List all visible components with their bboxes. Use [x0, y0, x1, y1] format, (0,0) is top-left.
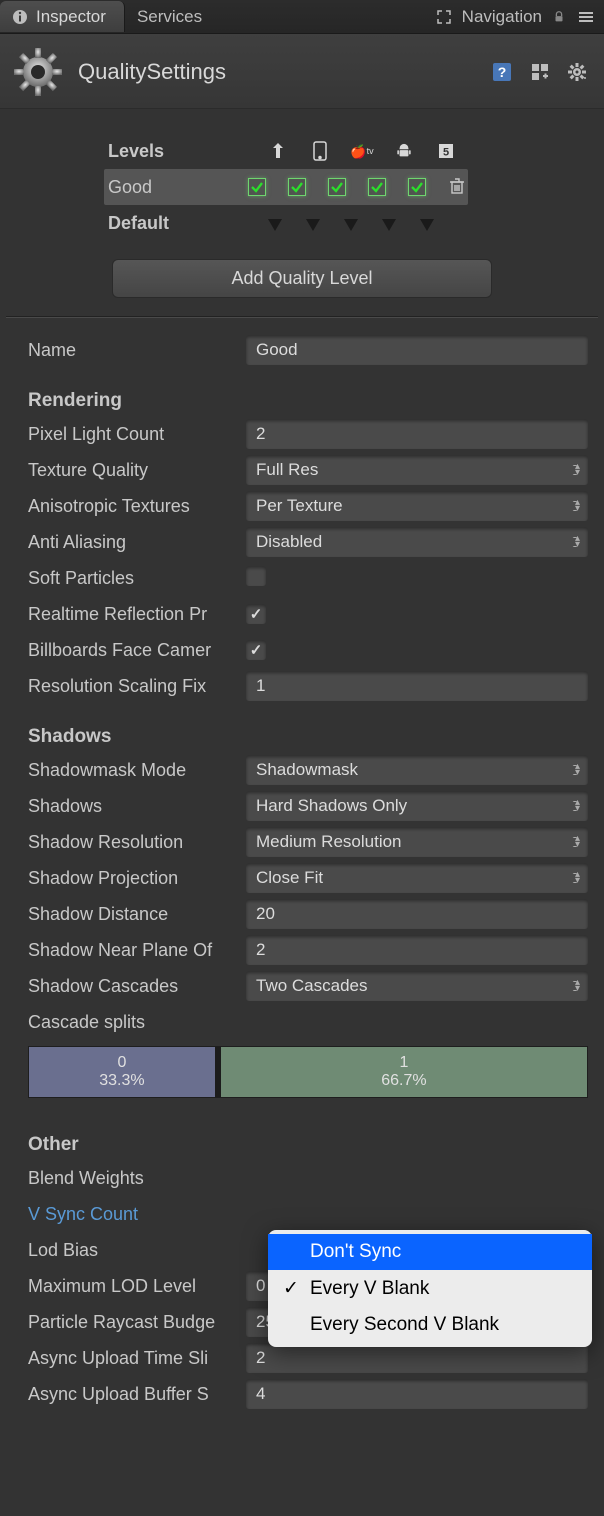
- anisotropic-label: Anisotropic Textures: [28, 496, 246, 517]
- shadow-cascades-dropdown[interactable]: Two Cascades▴▾: [246, 971, 588, 1001]
- cascade-segment-0: 0 33.3%: [29, 1047, 215, 1097]
- platform-toggle[interactable]: [408, 178, 426, 196]
- navigation-label[interactable]: Navigation: [462, 7, 542, 27]
- panel-menu-icon[interactable]: [578, 9, 594, 25]
- texture-quality-label: Texture Quality: [28, 460, 246, 481]
- shadow-distance-label: Shadow Distance: [28, 904, 246, 925]
- shadow-projection-label: Shadow Projection: [28, 868, 246, 889]
- max-lod-label: Maximum LOD Level: [28, 1276, 246, 1297]
- svg-text:5: 5: [443, 147, 449, 159]
- async-upload-buffer-label: Async Upload Buffer S: [28, 1384, 246, 1405]
- blend-weights-label: Blend Weights: [28, 1168, 246, 1189]
- particle-raycast-label: Particle Raycast Budge: [28, 1312, 246, 1333]
- info-icon: [12, 9, 28, 25]
- vsync-option-label: Every Second V Blank: [310, 1314, 499, 1336]
- shadowmask-mode-dropdown[interactable]: Shadowmask▴▾: [246, 755, 588, 785]
- cascade-splits-label: Cascade splits: [28, 1012, 246, 1033]
- async-upload-time-field[interactable]: [246, 1343, 588, 1373]
- gear-small-icon[interactable]: [568, 62, 588, 82]
- default-marker[interactable]: [268, 216, 284, 230]
- shadow-resolution-dropdown[interactable]: Medium Resolution▴▾: [246, 827, 588, 857]
- asset-title: QualitySettings: [78, 59, 478, 85]
- platform-tvos-icon[interactable]: 🍎tv: [352, 141, 372, 161]
- platform-toggle[interactable]: [288, 178, 306, 196]
- realtime-reflection-checkbox[interactable]: [246, 604, 266, 624]
- default-row-label: Default: [108, 213, 268, 234]
- default-marker[interactable]: [382, 216, 398, 230]
- anisotropic-dropdown[interactable]: Per Texture▴▾: [246, 491, 588, 521]
- platform-toggle[interactable]: [328, 178, 346, 196]
- default-marker[interactable]: [306, 216, 322, 230]
- expand-icon[interactable]: [436, 9, 452, 25]
- vsync-popup: Don't Sync ✓ Every V Blank Every Second …: [268, 1230, 592, 1347]
- realtime-reflection-label: Realtime Reflection Pr: [28, 604, 246, 625]
- default-marker[interactable]: [344, 216, 360, 230]
- lock-icon[interactable]: [552, 9, 568, 25]
- shadows-dropdown[interactable]: Hard Shadows Only▴▾: [246, 791, 588, 821]
- shadow-distance-field[interactable]: [246, 899, 588, 929]
- asset-header: QualitySettings ?: [0, 34, 604, 109]
- quality-level-row[interactable]: Good: [104, 169, 468, 205]
- vsync-option-dont-sync[interactable]: Don't Sync: [268, 1234, 592, 1270]
- billboards-label: Billboards Face Camer: [28, 640, 246, 661]
- default-marker[interactable]: [420, 216, 436, 230]
- shadowmask-mode-label: Shadowmask Mode: [28, 760, 246, 781]
- billboards-checkbox[interactable]: [246, 640, 266, 660]
- platform-toggle[interactable]: [368, 178, 386, 196]
- soft-particles-checkbox[interactable]: [246, 566, 266, 586]
- check-icon: ✓: [282, 1277, 300, 1300]
- shadows-label: Shadows: [28, 796, 246, 817]
- platform-android-icon[interactable]: [394, 141, 414, 161]
- tab-inspector-label: Inspector: [36, 7, 106, 27]
- resolution-scaling-field[interactable]: [246, 671, 588, 701]
- shadow-cascades-label: Shadow Cascades: [28, 976, 246, 997]
- pixel-light-count-field[interactable]: [246, 419, 588, 449]
- other-section: Other: [28, 1134, 588, 1156]
- shadow-near-plane-label: Shadow Near Plane Of: [28, 940, 246, 961]
- lod-bias-label: Lod Bias: [28, 1240, 246, 1261]
- quality-level-name: Good: [108, 177, 248, 198]
- preset-icon[interactable]: [530, 62, 550, 82]
- async-upload-buffer-field[interactable]: [246, 1379, 588, 1409]
- async-upload-time-label: Async Upload Time Sli: [28, 1348, 246, 1369]
- shadow-near-plane-field[interactable]: [246, 935, 588, 965]
- quality-levels: Levels 🍎tv 5 Good Default: [0, 109, 604, 318]
- anti-aliasing-dropdown[interactable]: Disabled▴▾: [246, 527, 588, 557]
- platform-webgl-icon[interactable]: 5: [436, 141, 456, 161]
- cascade-splits-bar: 0 33.3% 1 66.7%: [28, 1046, 588, 1098]
- trash-icon[interactable]: [448, 177, 468, 197]
- name-label: Name: [28, 340, 246, 361]
- anti-aliasing-label: Anti Aliasing: [28, 532, 246, 553]
- shadow-projection-dropdown[interactable]: Close Fit▴▾: [246, 863, 588, 893]
- svg-text:?: ?: [498, 64, 507, 80]
- tab-bar: Inspector Services Navigation: [0, 0, 604, 34]
- settings-gear-icon: [12, 46, 64, 98]
- levels-header: Levels: [108, 141, 268, 162]
- shadow-resolution-label: Shadow Resolution: [28, 832, 246, 853]
- help-icon[interactable]: ?: [492, 62, 512, 82]
- vsync-option-every-vblank[interactable]: ✓ Every V Blank: [268, 1270, 592, 1307]
- vsync-option-label: Don't Sync: [310, 1241, 401, 1263]
- tab-inspector[interactable]: Inspector: [0, 1, 125, 32]
- texture-quality-dropdown[interactable]: Full Res▴▾: [246, 455, 588, 485]
- platform-toggle[interactable]: [248, 178, 266, 196]
- pixel-light-count-label: Pixel Light Count: [28, 424, 246, 445]
- resolution-scaling-label: Resolution Scaling Fix: [28, 676, 246, 697]
- platform-ios-icon[interactable]: [310, 141, 330, 161]
- vsync-option-every-second-vblank[interactable]: Every Second V Blank: [268, 1307, 592, 1343]
- vsync-option-label: Every V Blank: [310, 1278, 429, 1300]
- shadows-section: Shadows: [28, 726, 588, 748]
- add-quality-level-button[interactable]: Add Quality Level: [112, 259, 492, 298]
- nav-area: Navigation: [436, 7, 604, 27]
- name-field[interactable]: [246, 335, 588, 365]
- tab-services[interactable]: Services: [125, 1, 220, 32]
- rendering-section: Rendering: [28, 390, 588, 412]
- soft-particles-label: Soft Particles: [28, 568, 246, 589]
- platform-standalone-icon[interactable]: [268, 141, 288, 161]
- cascade-segment-1: 1 66.7%: [221, 1047, 587, 1097]
- tab-services-label: Services: [137, 7, 202, 27]
- vsync-count-label: V Sync Count: [28, 1204, 246, 1225]
